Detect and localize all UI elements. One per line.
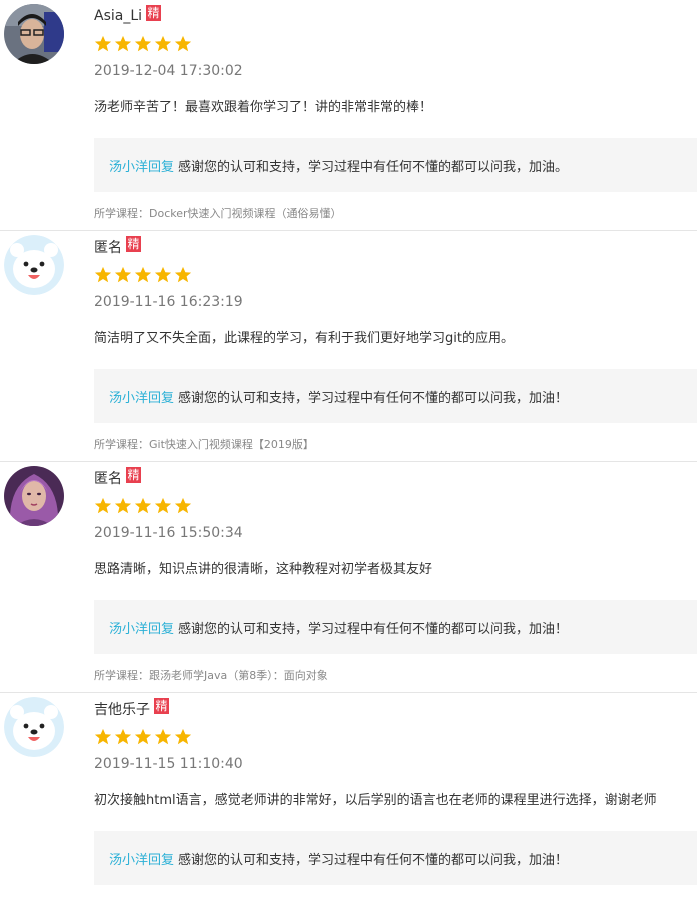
star-icon (154, 266, 172, 283)
star-icon (134, 728, 152, 745)
star-icon (174, 728, 192, 745)
star-icon (94, 35, 112, 52)
star-icon (174, 497, 192, 514)
star-icon (114, 266, 132, 283)
user-avatar-photo[interactable] (4, 4, 64, 64)
review-item: 匿名 精 2019-11-16 16:23:19 简洁明了又不失全面，此课程的学… (0, 231, 697, 462)
featured-badge: 精 (154, 698, 169, 714)
star-icon (174, 35, 192, 52)
default-bear-avatar[interactable] (4, 235, 64, 295)
review-comment: 汤老师辛苦了！最喜欢跟着你学习了！讲的非常非常的棒！ (94, 100, 433, 115)
featured-badge: 精 (126, 236, 141, 252)
reply-author-link[interactable]: 汤小洋回复 (109, 849, 174, 868)
review-timestamp: 2019-11-16 15:50:34 (94, 525, 243, 541)
review-comment: 简洁明了又不失全面，此课程的学习，有利于我们更好地学习git的应用。 (94, 331, 514, 346)
review-timestamp: 2019-12-04 17:30:02 (94, 63, 243, 79)
username-row: 匿名 精 (94, 236, 141, 257)
default-bear-avatar[interactable] (4, 697, 64, 757)
review-comment: 思路清晰，知识点讲的很清晰，这种教程对初学者极其友好 (94, 562, 433, 577)
featured-badge: 精 (146, 5, 162, 21)
review-item: Asia_Li 精 2019-12-04 17:30:02 汤老师辛苦了！最喜欢… (0, 0, 697, 231)
username-row: 匿名 精 (94, 467, 141, 488)
star-icon (134, 497, 152, 514)
star-icon (154, 728, 172, 745)
review-timestamp: 2019-11-15 11:10:40 (94, 756, 243, 772)
username[interactable]: 吉他乐子 (94, 699, 150, 719)
reply-text: 感谢您的认可和支持，学习过程中有任何不懂的都可以问我，加油！ (178, 621, 569, 637)
star-icon (134, 266, 152, 283)
star-rating (94, 497, 192, 515)
star-rating (94, 35, 192, 53)
username[interactable]: Asia_Li (94, 8, 142, 24)
review-comment: 初次接触html语言，感觉老师讲的非常好，以后学别的语言也在老师的课程里进行选择… (94, 793, 657, 808)
reply-author-link[interactable]: 汤小洋回复 (109, 618, 174, 637)
teacher-reply: 汤小洋回复 感谢您的认可和支持，学习过程中有任何不懂的都可以问我，加油！ (94, 369, 697, 423)
reply-author-link[interactable]: 汤小洋回复 (109, 156, 174, 175)
star-icon (94, 266, 112, 283)
course-info: 所学课程：跟汤老师学Java（第8季）：面向对象 (94, 669, 328, 682)
star-icon (134, 35, 152, 52)
course-info: 所学课程：Docker快速入门视频课程（通俗易懂） (94, 207, 342, 220)
reply-text: 感谢您的认可和支持，学习过程中有任何不懂的都可以问我，加油。 (178, 159, 569, 175)
teacher-reply: 汤小洋回复 感谢您的认可和支持，学习过程中有任何不懂的都可以问我，加油。 (94, 138, 697, 192)
review-item: 吉他乐子 精 2019-11-15 11:10:40 初次接触html语言，感觉… (0, 693, 697, 924)
featured-badge: 精 (126, 467, 141, 483)
course-info: 所学课程：Git快速入门视频课程【2019版】 (94, 438, 314, 451)
reply-text: 感谢您的认可和支持，学习过程中有任何不懂的都可以问我，加油！ (178, 852, 569, 868)
star-rating (94, 728, 192, 746)
username[interactable]: 匿名 (94, 237, 122, 257)
star-icon (154, 497, 172, 514)
review-item: 匿名 精 2019-11-16 15:50:34 思路清晰，知识点讲的很清晰，这… (0, 462, 697, 693)
user-avatar-photo[interactable] (4, 466, 64, 526)
star-icon (94, 497, 112, 514)
star-icon (114, 497, 132, 514)
star-icon (154, 35, 172, 52)
teacher-reply: 汤小洋回复 感谢您的认可和支持，学习过程中有任何不懂的都可以问我，加油！ (94, 831, 697, 885)
star-rating (94, 266, 192, 284)
reply-text: 感谢您的认可和支持，学习过程中有任何不懂的都可以问我，加油！ (178, 390, 569, 406)
star-icon (174, 266, 192, 283)
username-row: Asia_Li 精 (94, 5, 162, 26)
teacher-reply: 汤小洋回复 感谢您的认可和支持，学习过程中有任何不懂的都可以问我，加油！ (94, 600, 697, 654)
star-icon (94, 728, 112, 745)
username[interactable]: 匿名 (94, 468, 122, 488)
review-timestamp: 2019-11-16 16:23:19 (94, 294, 243, 310)
star-icon (114, 728, 132, 745)
username-row: 吉他乐子 精 (94, 698, 169, 719)
reply-author-link[interactable]: 汤小洋回复 (109, 387, 174, 406)
star-icon (114, 35, 132, 52)
